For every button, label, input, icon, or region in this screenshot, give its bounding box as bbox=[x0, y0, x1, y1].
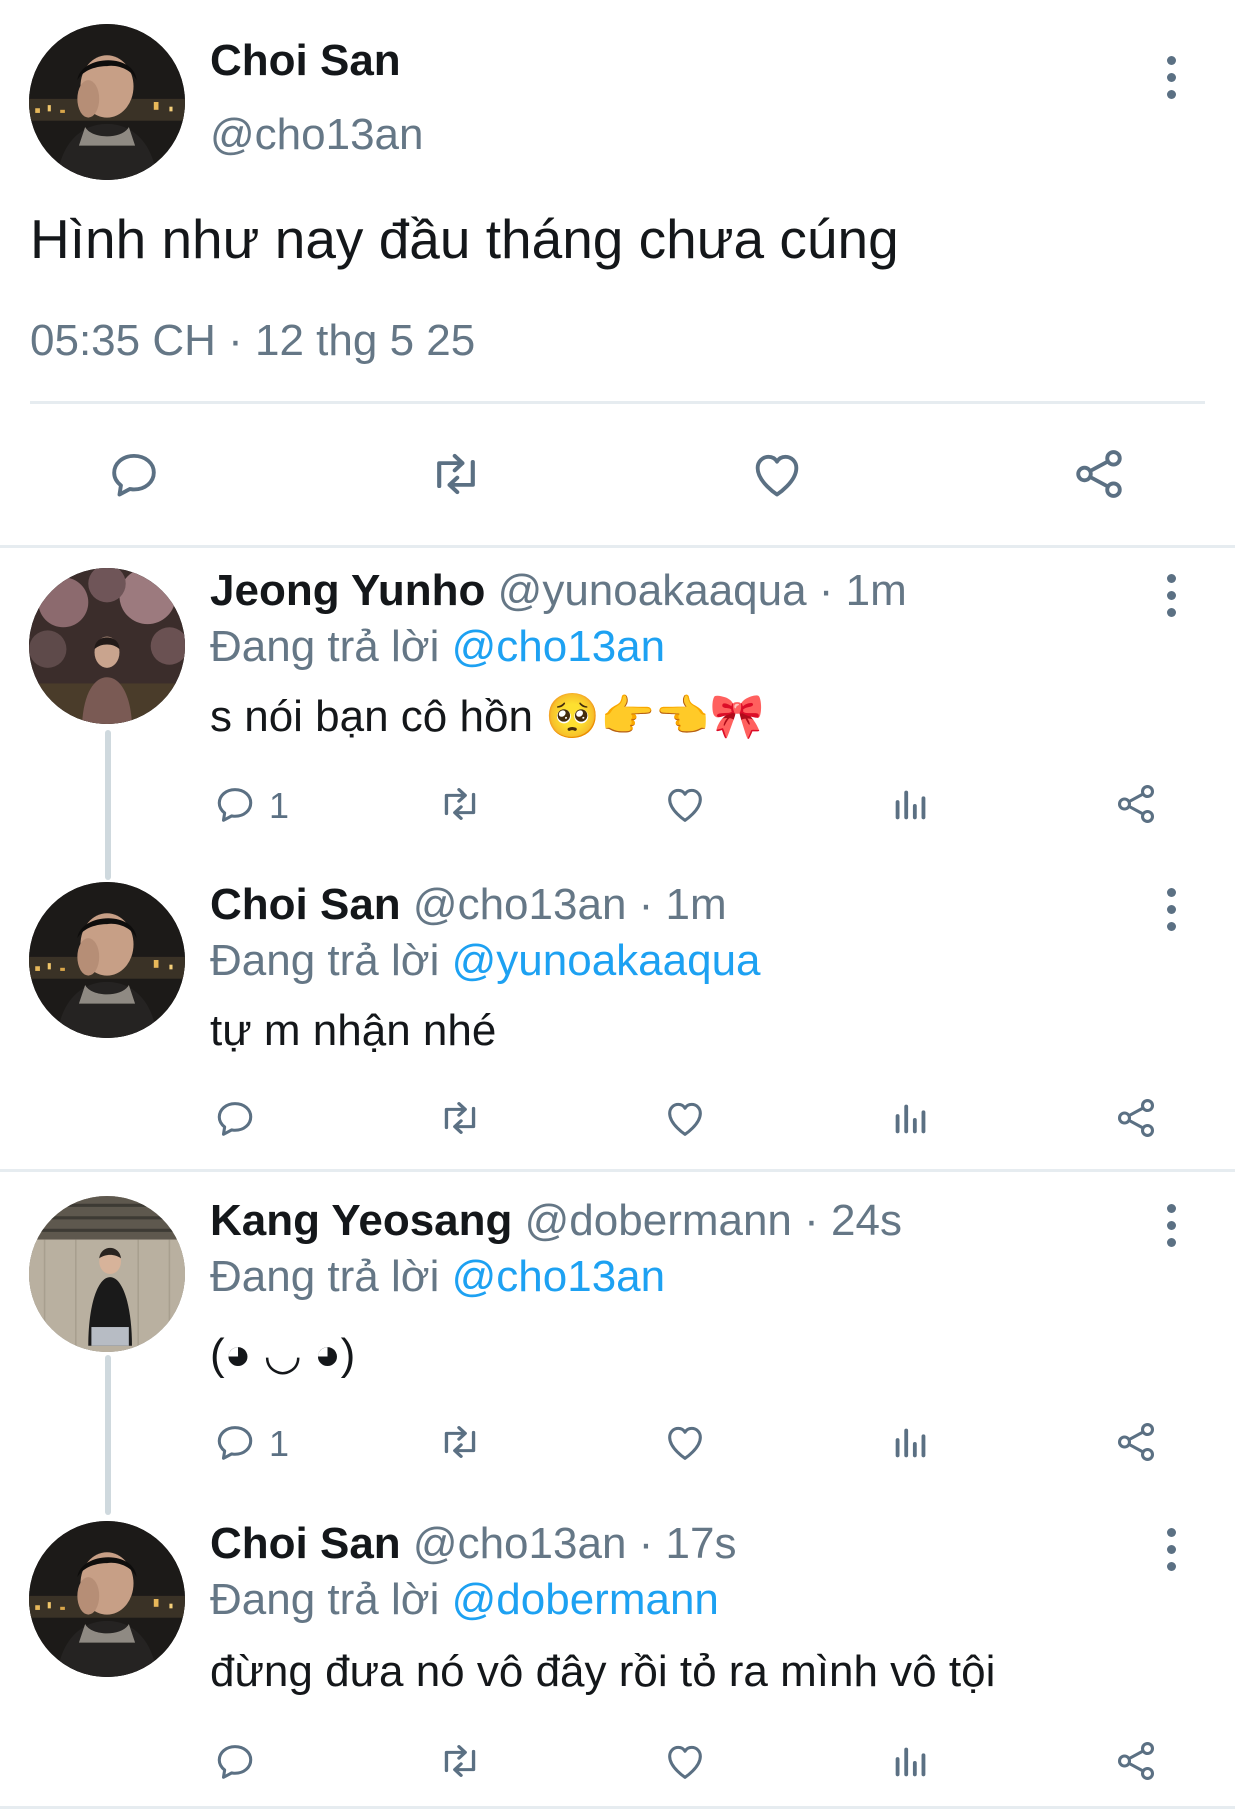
author-handle-time[interactable]: @cho13an · 17s bbox=[413, 1519, 737, 1568]
reply-text: đừng đưa nó vô đây rồi tỏ ra mình vô tội bbox=[210, 1647, 996, 1696]
avatar[interactable] bbox=[29, 882, 185, 1038]
reply-count: 1 bbox=[269, 785, 290, 826]
retweet-icon[interactable] bbox=[425, 445, 487, 503]
author-name[interactable]: Choi San bbox=[210, 1519, 401, 1568]
share-icon[interactable] bbox=[1113, 1095, 1159, 1141]
author-name[interactable]: Kang Yeosang bbox=[210, 1196, 512, 1245]
retweet-icon[interactable] bbox=[435, 1419, 485, 1465]
retweet-icon[interactable] bbox=[435, 1095, 485, 1141]
avatar[interactable] bbox=[29, 568, 185, 724]
reply-header: Choi San @cho13an · 17s bbox=[210, 1517, 736, 1571]
section-divider bbox=[0, 1806, 1235, 1809]
section-divider bbox=[0, 545, 1235, 548]
share-icon[interactable] bbox=[1070, 445, 1128, 503]
divider bbox=[30, 401, 1205, 404]
mention-link[interactable]: @cho13an bbox=[452, 622, 666, 671]
more-options-icon[interactable] bbox=[1163, 574, 1179, 624]
replying-to-label: Đang trả lời bbox=[210, 936, 440, 985]
analytics-icon[interactable] bbox=[888, 1419, 934, 1465]
reply-header: Jeong Yunho @yunoakaaqua · 1m bbox=[210, 564, 907, 618]
reply-emoji: 🥺👉👈🎀 bbox=[545, 692, 765, 741]
analytics-icon[interactable] bbox=[888, 1095, 934, 1141]
more-options-icon[interactable] bbox=[1163, 888, 1179, 938]
heart-icon[interactable] bbox=[662, 1419, 708, 1465]
heart-icon[interactable] bbox=[662, 1738, 708, 1784]
replying-to: Đang trả lời @cho13an bbox=[210, 1250, 665, 1304]
replying-to-label: Đang trả lời bbox=[210, 622, 440, 671]
reply-header: Kang Yeosang @dobermann · 24s bbox=[210, 1194, 902, 1248]
avatar-image bbox=[29, 882, 185, 1038]
thread-line bbox=[105, 730, 111, 880]
analytics-icon[interactable] bbox=[888, 781, 934, 827]
mention-link[interactable]: @cho13an bbox=[452, 1252, 666, 1301]
author-name[interactable]: Jeong Yunho bbox=[210, 566, 485, 615]
avatar[interactable] bbox=[29, 1521, 185, 1677]
avatar-image bbox=[29, 1196, 185, 1352]
tweet-date: 12 thg 5 25 bbox=[255, 316, 476, 365]
mention-link[interactable]: @dobermann bbox=[452, 1575, 719, 1624]
author-handle-time[interactable]: @dobermann · 24s bbox=[525, 1196, 902, 1245]
reply-icon[interactable] bbox=[212, 781, 258, 827]
more-options-icon[interactable] bbox=[1163, 56, 1179, 106]
author-handle-time[interactable]: @cho13an · 1m bbox=[413, 880, 727, 929]
reply-header: Choi San @cho13an · 1m bbox=[210, 878, 727, 932]
replying-to: Đang trả lời @dobermann bbox=[210, 1573, 719, 1627]
avatar-image bbox=[29, 24, 185, 180]
avatar-image bbox=[29, 1521, 185, 1677]
reply-icon[interactable] bbox=[105, 445, 163, 503]
reply-text: (◕ ◡ ◕) bbox=[210, 1330, 356, 1379]
reply-text: tự m nhận nhé bbox=[210, 1006, 497, 1055]
replying-to-label: Đang trả lời bbox=[210, 1575, 440, 1624]
share-icon[interactable] bbox=[1113, 1419, 1159, 1465]
replying-to: Đang trả lời @yunoakaaqua bbox=[210, 934, 761, 988]
reply-icon[interactable] bbox=[212, 1419, 258, 1465]
replying-to-label: Đang trả lời bbox=[210, 1252, 440, 1301]
avatar[interactable] bbox=[29, 1196, 185, 1352]
more-options-icon[interactable] bbox=[1163, 1528, 1179, 1578]
timestamp-separator: · bbox=[228, 316, 243, 365]
author-name[interactable]: Choi San bbox=[210, 34, 401, 88]
reply-count: 1 bbox=[269, 1423, 290, 1464]
author-handle[interactable]: @cho13an bbox=[210, 108, 424, 162]
reply-icon[interactable] bbox=[212, 1095, 258, 1141]
section-divider bbox=[0, 1169, 1235, 1172]
heart-icon[interactable] bbox=[662, 781, 708, 827]
reply-icon[interactable] bbox=[212, 1738, 258, 1784]
tweet-time: 05:35 CH bbox=[30, 316, 216, 365]
avatar[interactable] bbox=[29, 24, 185, 180]
replying-to: Đang trả lời @cho13an bbox=[210, 620, 665, 674]
tweet-timestamp: 05:35 CH · 12 thg 5 25 bbox=[30, 314, 475, 368]
tweet-text: Hình như nay đầu tháng chưa cúng bbox=[30, 208, 899, 270]
heart-icon[interactable] bbox=[662, 1095, 708, 1141]
more-options-icon[interactable] bbox=[1163, 1204, 1179, 1254]
reply-text-body: s nói bạn cô hồn bbox=[210, 692, 533, 741]
thread-line bbox=[105, 1355, 111, 1515]
mention-link[interactable]: @yunoakaaqua bbox=[452, 936, 761, 985]
author-name[interactable]: Choi San bbox=[210, 880, 401, 929]
reply-text: s nói bạn cô hồn 🥺👉👈🎀 bbox=[210, 690, 764, 744]
share-icon[interactable] bbox=[1113, 781, 1159, 827]
author-handle-time[interactable]: @yunoakaaqua · 1m bbox=[498, 566, 907, 615]
retweet-icon[interactable] bbox=[435, 781, 485, 827]
retweet-icon[interactable] bbox=[435, 1738, 485, 1784]
analytics-icon[interactable] bbox=[888, 1738, 934, 1784]
heart-icon[interactable] bbox=[748, 445, 806, 503]
share-icon[interactable] bbox=[1113, 1738, 1159, 1784]
avatar-image bbox=[29, 568, 185, 724]
